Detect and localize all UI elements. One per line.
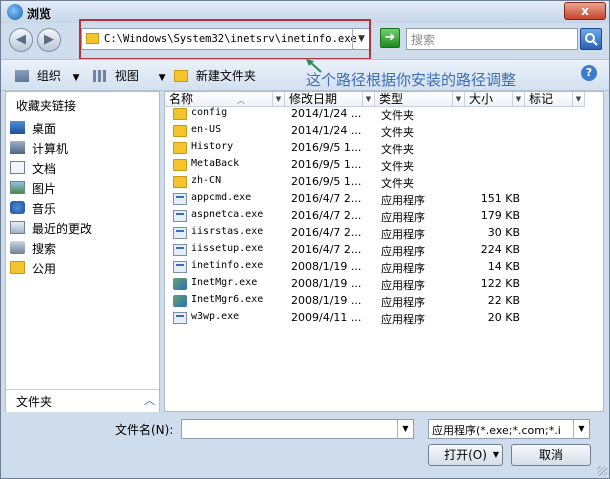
pictures-icon — [10, 181, 25, 194]
filename-label: 文件名(N): — [115, 423, 174, 437]
filename-dropdown-button[interactable]: ▼ — [397, 420, 413, 438]
resize-grip[interactable] — [597, 466, 607, 476]
folder-icon — [173, 142, 187, 154]
iis-manager-icon — [173, 278, 187, 290]
sidebar-item-music[interactable]: 音乐 — [8, 198, 158, 218]
forward-button[interactable]: ▶ — [37, 28, 61, 52]
file-row[interactable]: config 2014/1/24 ... 文件夹 — [169, 106, 601, 123]
sidebar-item-documents[interactable]: 文档 — [8, 158, 158, 178]
folders-label: 文件夹 — [16, 395, 53, 409]
back-button[interactable]: ◀ — [9, 28, 33, 52]
sidebar-item-public[interactable]: 公用 — [8, 258, 158, 278]
open-button[interactable]: 打开(O) ▼ — [428, 444, 503, 466]
window-title: 浏览 — [27, 7, 52, 21]
file-list: 名称 ︿ ▼ 修改日期 ▼ 类型 ▼ 大小 ▼ 标记 ▼ config 2014… — [164, 91, 604, 412]
view-menu[interactable]: 视图 ▼ — [93, 67, 166, 84]
new-folder-button[interactable]: 新建文件夹 — [174, 67, 256, 84]
column-filter-dropdown[interactable]: ▼ — [572, 92, 584, 106]
go-arrow-icon: ➜ — [384, 30, 396, 45]
column-header-size[interactable]: 大小 ▼ — [465, 92, 525, 107]
file-row[interactable]: InetMgr6.exe 2008/1/19 ... 应用程序 22 KB — [169, 293, 601, 310]
browse-globe-icon — [7, 4, 23, 20]
organize-label: 组织 — [36, 69, 61, 83]
column-filter-dropdown[interactable]: ▼ — [272, 92, 284, 106]
go-button[interactable]: ➜ — [380, 28, 400, 48]
new-folder-icon — [174, 70, 188, 82]
executable-icon — [173, 210, 187, 222]
back-arrow-icon: ◀ — [16, 32, 26, 47]
executable-icon — [173, 227, 187, 239]
chevron-up-icon: ︿ — [144, 394, 155, 407]
browse-dialog: 浏览 x ◀ ▶ C:\Windows\System32\inetsrv\ine… — [0, 0, 610, 479]
chevron-down-icon[interactable]: ▼ — [493, 445, 499, 465]
column-header-name[interactable]: 名称 ︿ ▼ — [165, 92, 285, 107]
column-header-tags[interactable]: 标记 ▼ — [525, 92, 585, 107]
recent-changes-icon — [10, 221, 25, 234]
new-folder-label: 新建文件夹 — [195, 69, 256, 83]
folder-icon — [173, 176, 187, 188]
favorite-links-header: 收藏夹链接 — [16, 99, 77, 113]
column-header-type[interactable]: 类型 ▼ — [375, 92, 465, 107]
help-icon[interactable]: ? — [581, 65, 597, 81]
chevron-down-icon: ▼ — [72, 73, 80, 83]
computer-icon — [10, 141, 25, 154]
annotation-arrow-icon — [306, 59, 322, 73]
path-highlight-box — [79, 19, 371, 60]
folder-icon — [173, 108, 187, 120]
documents-icon — [10, 161, 25, 174]
folder-icon — [173, 125, 187, 137]
forward-arrow-icon: ▶ — [44, 32, 54, 47]
file-row[interactable]: InetMgr.exe 2008/1/19 ... 应用程序 122 KB — [169, 276, 601, 293]
public-folder-icon — [10, 261, 25, 274]
file-row[interactable]: zh-CN 2016/9/5 1... 文件夹 — [169, 174, 601, 191]
sidebar-item-search[interactable]: 搜索 — [8, 238, 158, 258]
file-type-dropdown-button[interactable]: ▼ — [573, 420, 589, 438]
organize-icon — [15, 70, 29, 82]
cancel-button[interactable]: 取消 — [511, 444, 591, 466]
view-icon — [93, 70, 107, 82]
column-header-date[interactable]: 修改日期 ▼ — [285, 92, 375, 107]
favorite-links-pane: 收藏夹链接 桌面 计算机 文档 图片 音乐 最近的更改 搜索 公用 文件夹 ︿ — [5, 91, 160, 412]
executable-icon — [173, 193, 187, 205]
executable-icon — [173, 244, 187, 256]
desktop-icon — [10, 121, 25, 134]
executable-icon — [173, 261, 187, 273]
file-row[interactable]: iissetup.exe 2016/4/7 2... 应用程序 224 KB — [169, 242, 601, 259]
dialog-footer: 文件名(N): ▼ 应用程序(*.exe;*.com;*.i ▼ 打开(O) ▼… — [1, 414, 609, 478]
path-annotation-text: 这个路径根据你安装的路径调整 — [306, 71, 517, 89]
file-row[interactable]: inetinfo.exe 2008/1/19 ... 应用程序 14 KB — [169, 259, 601, 276]
magnifier-icon — [585, 33, 598, 46]
organize-menu[interactable]: 组织 ▼ — [15, 67, 80, 84]
folders-toggle[interactable]: 文件夹 ︿ — [6, 389, 159, 412]
chevron-down-icon: ▼ — [158, 73, 166, 83]
file-row[interactable]: History 2016/9/5 1... 文件夹 — [169, 140, 601, 157]
search-icon — [10, 241, 25, 254]
file-row[interactable]: appcmd.exe 2016/4/7 2... 应用程序 151 KB — [169, 191, 601, 208]
sidebar-item-computer[interactable]: 计算机 — [8, 138, 158, 158]
file-row[interactable]: w3wp.exe 2009/4/11 ... 应用程序 20 KB — [169, 310, 601, 327]
sidebar-item-pictures[interactable]: 图片 — [8, 178, 158, 198]
sidebar-item-desktop[interactable]: 桌面 — [8, 118, 158, 138]
search-input[interactable]: 搜索 — [406, 28, 578, 50]
iis-manager-icon — [173, 295, 187, 307]
sidebar-item-recent-changes[interactable]: 最近的更改 — [8, 218, 158, 238]
file-row[interactable]: MetaBack 2016/9/5 1... 文件夹 — [169, 157, 601, 174]
file-row[interactable]: aspnetca.exe 2016/4/7 2... 应用程序 179 KB — [169, 208, 601, 225]
column-filter-dropdown[interactable]: ▼ — [452, 92, 464, 106]
filename-input[interactable]: ▼ — [181, 419, 414, 439]
executable-icon — [173, 312, 187, 324]
file-row[interactable]: en-US 2014/1/24 ... 文件夹 — [169, 123, 601, 140]
sort-ascending-icon: ︿ — [236, 96, 245, 105]
file-type-select[interactable]: 应用程序(*.exe;*.com;*.i ▼ — [428, 419, 590, 439]
music-icon — [10, 201, 25, 214]
file-row[interactable]: iisrstas.exe 2016/4/7 2... 应用程序 30 KB — [169, 225, 601, 242]
view-label: 视图 — [114, 69, 139, 83]
folder-icon — [173, 159, 187, 171]
column-filter-dropdown[interactable]: ▼ — [512, 92, 524, 106]
close-button[interactable]: x — [564, 2, 606, 20]
search-button[interactable] — [580, 28, 602, 50]
column-filter-dropdown[interactable]: ▼ — [362, 92, 374, 106]
